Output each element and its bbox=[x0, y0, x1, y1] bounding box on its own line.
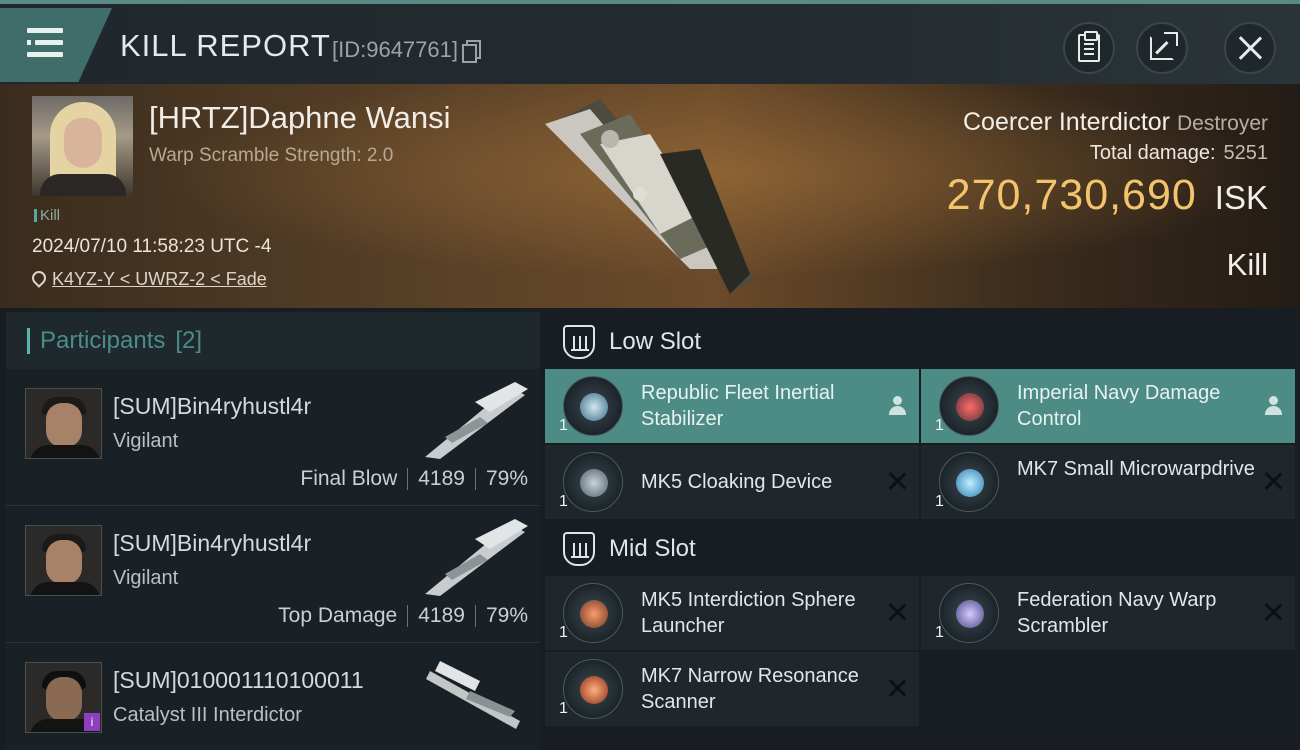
slot-icon bbox=[563, 532, 595, 566]
clipboard-button[interactable] bbox=[1063, 22, 1115, 74]
close-icon bbox=[1237, 35, 1263, 61]
module-name: MK7 Narrow Resonance Scanner bbox=[641, 665, 859, 713]
participant-portrait[interactable] bbox=[25, 525, 102, 596]
victim-subtitle: Warp Scramble Strength: 2.0 bbox=[149, 145, 394, 166]
x-icon bbox=[887, 471, 907, 491]
kill-tag: Kill bbox=[34, 207, 60, 224]
hamburger-icon bbox=[27, 28, 63, 58]
close-button[interactable] bbox=[1224, 22, 1276, 74]
module-name: MK5 Cloaking Device bbox=[641, 471, 833, 493]
participants-panel: Participants [2] [SUM]Bin4ryhustl4r Vigil… bbox=[6, 312, 540, 750]
top-bar: KILL REPORT [ID:9647761] bbox=[0, 0, 1300, 84]
module-icon bbox=[563, 583, 623, 643]
page-title: KILL REPORT bbox=[120, 28, 331, 63]
mid-slot-header: Mid Slot bbox=[543, 521, 1300, 577]
module-icon bbox=[939, 452, 999, 512]
participant-ship-image bbox=[425, 519, 528, 596]
module-name: Imperial Navy Damage Control bbox=[1017, 382, 1221, 430]
module-quantity: 1 bbox=[559, 700, 568, 717]
module-icon bbox=[563, 659, 623, 719]
x-icon bbox=[1263, 602, 1283, 622]
victim-ship-name[interactable]: Coercer Interdictor Destroyer bbox=[963, 108, 1268, 137]
participant-name: [SUM]010001110100011 bbox=[113, 667, 364, 693]
low-slot-label: Low Slot bbox=[609, 328, 702, 355]
low-slot-header: Low Slot bbox=[543, 314, 1300, 370]
clipboard-icon bbox=[1078, 31, 1100, 62]
location-pin-icon bbox=[32, 271, 46, 289]
report-id-text: [ID:9647761] bbox=[332, 37, 458, 62]
x-icon bbox=[1263, 471, 1283, 491]
participant-name: [SUM]Bin4ryhustl4r bbox=[113, 530, 312, 556]
menu-button[interactable] bbox=[0, 8, 112, 82]
participant-ship-image bbox=[426, 661, 520, 729]
module-name: Republic Fleet Inertial Stabilizer bbox=[641, 382, 835, 430]
total-damage: Total damage: 5251 bbox=[1089, 142, 1268, 164]
person-icon bbox=[1263, 395, 1283, 415]
report-id: [ID:9647761] bbox=[332, 37, 481, 63]
module-quantity: 1 bbox=[935, 493, 944, 510]
participant-portrait[interactable]: i bbox=[25, 662, 102, 733]
mid-slot-label: Mid Slot bbox=[609, 535, 696, 562]
participant-stats: Final Blow 4189 79% bbox=[300, 467, 528, 490]
ship-class: Destroyer bbox=[1176, 112, 1268, 135]
module-item[interactable]: 1 Republic Fleet Inertial Stabilizer bbox=[545, 369, 919, 443]
participant-row[interactable]: i [SUM]010001110100011 Catalyst III Inte… bbox=[6, 643, 540, 750]
module-item[interactable]: 1 MK5 Interdiction Sphere Launcher bbox=[545, 576, 919, 650]
participant-stats: Top Damage 4189 79% bbox=[278, 604, 528, 627]
share-icon bbox=[1150, 32, 1178, 60]
module-item[interactable]: 1 Federation Navy Warp Scrambler bbox=[921, 576, 1295, 650]
participants-header: Participants [2] bbox=[6, 312, 540, 369]
isk-value: 270,730,690 ISK bbox=[946, 171, 1268, 219]
info-badge: i bbox=[84, 713, 100, 731]
participant-ship: Vigilant bbox=[113, 567, 179, 589]
location-link[interactable]: K4YZ-Y < UWRZ-2 < Fade bbox=[32, 269, 267, 290]
slot-icon bbox=[563, 325, 595, 359]
module-item[interactable]: 1 MK7 Narrow Resonance Scanner bbox=[545, 652, 919, 726]
module-icon bbox=[939, 583, 999, 643]
module-item[interactable]: 1 Imperial Navy Damage Control bbox=[921, 369, 1295, 443]
kill-datetime: 2024/07/10 11:58:23 UTC -4 bbox=[32, 236, 272, 257]
participant-ship: Vigilant bbox=[113, 430, 179, 452]
module-quantity: 1 bbox=[559, 624, 568, 641]
module-item[interactable]: 1 MK7 Small Microwarpdrive bbox=[921, 445, 1295, 519]
module-quantity: 1 bbox=[935, 624, 944, 641]
module-name: Federation Navy Warp Scrambler bbox=[1017, 589, 1217, 637]
share-button[interactable] bbox=[1136, 22, 1188, 74]
module-icon bbox=[563, 452, 623, 512]
result-label: Kill bbox=[1226, 247, 1268, 282]
victim-name[interactable]: [HRTZ]Daphne Wansi bbox=[149, 100, 451, 136]
participant-row[interactable]: [SUM]Bin4ryhustl4r Vigilant Top Damage 4… bbox=[6, 506, 540, 643]
x-icon bbox=[887, 602, 907, 622]
fitting-panel: Low Slot 1 Republic Fleet Inertial Stabi… bbox=[543, 312, 1300, 750]
module-name: MK5 Interdiction Sphere Launcher bbox=[641, 589, 856, 637]
module-quantity: 1 bbox=[559, 493, 568, 510]
module-name: MK7 Small Microwarpdrive bbox=[1017, 458, 1255, 480]
victim-banner: [HRTZ]Daphne Wansi Warp Scramble Strengt… bbox=[0, 84, 1300, 308]
participant-row[interactable]: [SUM]Bin4ryhustl4r Vigilant Final Blow 4… bbox=[6, 369, 540, 506]
module-quantity: 1 bbox=[935, 417, 944, 434]
participant-name: [SUM]Bin4ryhustl4r bbox=[113, 393, 312, 419]
copy-icon[interactable] bbox=[461, 40, 481, 63]
participant-ship-image bbox=[425, 382, 528, 459]
module-item[interactable]: 1 MK5 Cloaking Device bbox=[545, 445, 919, 519]
module-icon bbox=[939, 376, 999, 436]
participant-ship: Catalyst III Interdictor bbox=[113, 704, 302, 726]
participant-portrait[interactable] bbox=[25, 388, 102, 459]
victim-portrait[interactable] bbox=[32, 96, 133, 196]
victim-ship-image bbox=[545, 99, 755, 294]
location-text[interactable]: K4YZ-Y < UWRZ-2 < Fade bbox=[52, 269, 267, 290]
module-quantity: 1 bbox=[559, 417, 568, 434]
x-icon bbox=[887, 678, 907, 698]
person-icon bbox=[887, 395, 907, 415]
module-icon bbox=[563, 376, 623, 436]
